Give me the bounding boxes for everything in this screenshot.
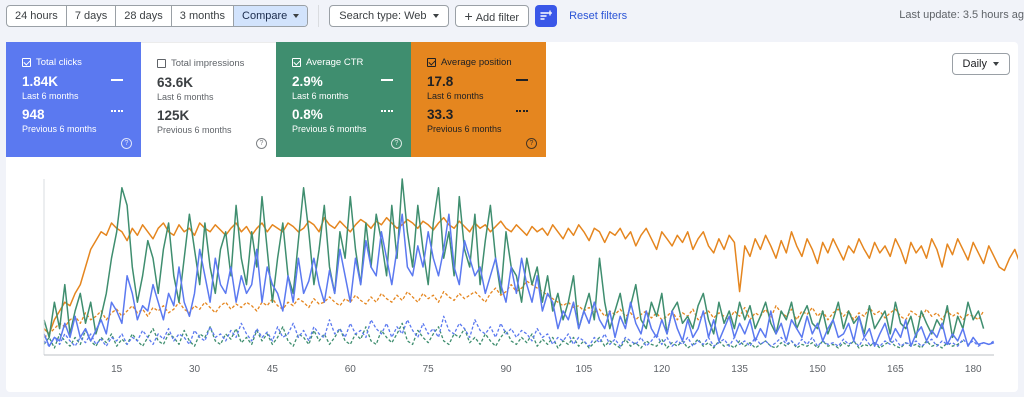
dashed-line-legend-icon bbox=[381, 110, 393, 112]
x-tick-label: 150 bbox=[809, 364, 826, 375]
chevron-down-icon bbox=[993, 62, 999, 67]
help-icon[interactable]: ? bbox=[526, 138, 537, 149]
metric-period: Last 6 months bbox=[427, 91, 484, 101]
x-tick-label: 30 bbox=[189, 364, 201, 375]
last-update-text: Last update: 3.5 hours ag bbox=[899, 9, 1024, 21]
metric-header: Total impressions bbox=[157, 58, 276, 69]
dashed-line-legend-icon bbox=[111, 110, 123, 112]
metric-prev-period: Previous 6 months bbox=[427, 124, 502, 134]
search-type-dropdown[interactable]: Search type: Web bbox=[329, 5, 449, 27]
metric-value: 17.8 bbox=[427, 74, 454, 89]
checkbox-checked-icon[interactable] bbox=[22, 58, 31, 67]
x-tick-label: 60 bbox=[345, 364, 357, 375]
metric-header: Total clicks bbox=[22, 57, 141, 68]
solid-line-legend-icon bbox=[516, 79, 528, 81]
solid-line-legend-icon bbox=[111, 79, 123, 81]
date-range-selector: 24 hours 7 days 28 days 3 months Compare bbox=[6, 5, 309, 27]
plus-icon: + bbox=[464, 8, 473, 24]
help-icon[interactable]: ? bbox=[256, 138, 267, 149]
range-7-days[interactable]: 7 days bbox=[67, 6, 117, 26]
metric-value: 1.84K bbox=[22, 74, 59, 89]
range-28-days[interactable]: 28 days bbox=[116, 6, 172, 26]
chevron-down-icon bbox=[293, 14, 300, 19]
metric-prev-value: 948 bbox=[22, 107, 45, 122]
chart-x-tick-labels: 15 30 45 60 75 90 105 120 135 150 165 180 bbox=[111, 364, 982, 375]
performance-line-chart: 15 30 45 60 75 90 105 120 135 150 165 180 bbox=[43, 178, 1018, 375]
reset-filters-link[interactable]: Reset filters bbox=[569, 10, 627, 22]
compare-label: Compare bbox=[242, 10, 288, 22]
metric-total-impressions[interactable]: Total impressions 63.6K Last 6 months 12… bbox=[141, 42, 276, 157]
metric-prev-period: Previous 6 months bbox=[22, 124, 97, 134]
granularity-dropdown[interactable]: Daily bbox=[951, 53, 1010, 75]
solid-line-legend-icon bbox=[381, 79, 393, 81]
help-icon[interactable]: ? bbox=[391, 138, 402, 149]
metric-value: 2.9% bbox=[292, 74, 323, 89]
metric-header: Average CTR bbox=[292, 57, 411, 68]
x-tick-label: 75 bbox=[423, 364, 435, 375]
metric-label: Average position bbox=[441, 57, 512, 68]
metric-label: Total clicks bbox=[36, 57, 82, 68]
x-tick-label: 90 bbox=[500, 364, 512, 375]
search-type-label: Search type: Web bbox=[339, 10, 427, 22]
metric-header: Average position bbox=[427, 57, 546, 68]
toolbar: 24 hours 7 days 28 days 3 months Compare… bbox=[6, 5, 1024, 27]
x-tick-label: 45 bbox=[267, 364, 279, 375]
metric-average-ctr[interactable]: Average CTR 2.9% Last 6 months 0.8% Prev… bbox=[276, 42, 411, 157]
metric-period: Last 6 months bbox=[22, 91, 79, 101]
checkbox-unchecked-icon[interactable] bbox=[157, 59, 166, 68]
metric-prev-value: 125K bbox=[157, 108, 190, 123]
filter-settings-icon bbox=[540, 10, 553, 20]
x-tick-label: 180 bbox=[965, 364, 982, 375]
range-24-hours[interactable]: 24 hours bbox=[7, 6, 67, 26]
compare-dropdown[interactable]: Compare bbox=[234, 6, 308, 26]
metric-period: Last 6 months bbox=[292, 91, 349, 101]
metric-prev-period: Previous 6 months bbox=[292, 124, 367, 134]
chart-series-group bbox=[43, 178, 1018, 349]
metric-period: Last 6 months bbox=[157, 92, 214, 102]
metric-value: 63.6K bbox=[157, 75, 194, 90]
granularity-label: Daily bbox=[962, 58, 987, 70]
performance-card: Total clicks 1.84K Last 6 months 948 Pre… bbox=[6, 42, 1018, 392]
metric-total-clicks[interactable]: Total clicks 1.84K Last 6 months 948 Pre… bbox=[6, 42, 141, 157]
series-line-average-position-previous bbox=[43, 280, 985, 338]
x-tick-label: 135 bbox=[731, 364, 748, 375]
metric-label: Total impressions bbox=[171, 58, 245, 69]
checkbox-checked-icon[interactable] bbox=[292, 58, 301, 67]
checkbox-checked-icon[interactable] bbox=[427, 58, 436, 67]
x-tick-label: 15 bbox=[111, 364, 123, 375]
chevron-down-icon bbox=[432, 14, 439, 19]
toolbar-divider bbox=[318, 5, 320, 27]
metric-label: Average CTR bbox=[306, 57, 364, 68]
metric-prev-value: 33.3 bbox=[427, 107, 454, 122]
help-icon[interactable]: ? bbox=[121, 138, 132, 149]
metric-prev-period: Previous 6 months bbox=[157, 125, 232, 135]
metric-average-position[interactable]: Average position 17.8 Last 6 months 33.3… bbox=[411, 42, 546, 157]
range-3-months[interactable]: 3 months bbox=[172, 6, 235, 26]
add-filter-button[interactable]: + Add filter bbox=[454, 5, 530, 27]
x-tick-label: 105 bbox=[576, 364, 593, 375]
x-tick-label: 120 bbox=[653, 364, 670, 375]
dashed-line-legend-icon bbox=[516, 110, 528, 112]
x-tick-label: 165 bbox=[887, 364, 904, 375]
filter-settings-button[interactable] bbox=[535, 5, 558, 27]
metric-prev-value: 0.8% bbox=[292, 107, 323, 122]
add-filter-label: Add filter bbox=[475, 12, 520, 24]
